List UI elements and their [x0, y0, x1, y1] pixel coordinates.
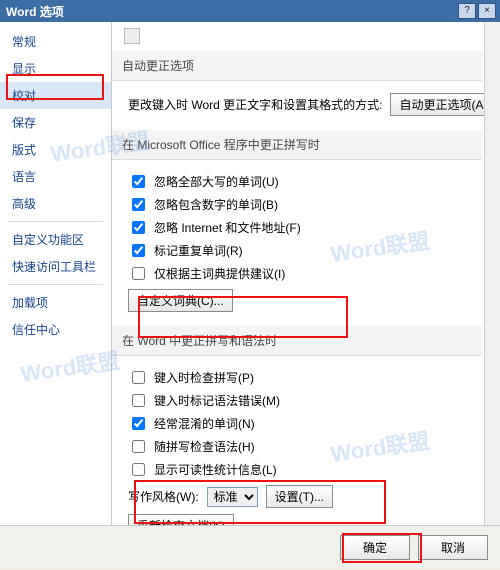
sidebar-item-general[interactable]: 常规 — [0, 28, 111, 55]
check-grammar-as-type[interactable]: 键入时标记语法错误(M) — [128, 391, 470, 410]
sidebar-item-display[interactable]: 显示 — [0, 55, 111, 82]
check-flag-repeated[interactable]: 标记重复单词(R) — [128, 241, 470, 260]
window-title: Word 选项 — [6, 3, 456, 20]
dialog-footer: 确定 取消 — [0, 525, 500, 569]
recheck-document-button[interactable]: 重新检查文档(K) — [128, 514, 234, 525]
check-ignore-internet[interactable]: 忽略 Internet 和文件地址(F) — [128, 218, 470, 237]
check-readability[interactable]: 显示可读性统计信息(L) — [128, 460, 470, 479]
dialog-body: 常规 显示 校对 保存 版式 语言 高级 自定义功能区 快速访问工具栏 加载项 … — [0, 22, 500, 525]
help-button[interactable]: ? — [458, 3, 476, 19]
check-spell-as-type[interactable]: 键入时检查拼写(P) — [128, 368, 470, 387]
sidebar-item-proofing[interactable]: 校对 — [0, 82, 111, 109]
sidebar-item-qat[interactable]: 快速访问工具栏 — [0, 253, 111, 280]
sidebar-item-save[interactable]: 保存 — [0, 109, 111, 136]
sidebar-item-layout[interactable]: 版式 — [0, 136, 111, 163]
sidebar: 常规 显示 校对 保存 版式 语言 高级 自定义功能区 快速访问工具栏 加载项 … — [0, 22, 112, 525]
close-button[interactable]: × — [478, 3, 496, 19]
sidebar-separator — [8, 221, 103, 222]
sidebar-item-addins[interactable]: 加载项 — [0, 289, 111, 316]
word-icon — [124, 28, 140, 44]
autocorrect-description: 更改键入时 Word 更正文字和设置其格式的方式: — [128, 96, 382, 113]
cancel-button[interactable]: 取消 — [418, 535, 488, 560]
check-ignore-uppercase[interactable]: 忽略全部大写的单词(U) — [128, 172, 470, 191]
writing-style-combo[interactable]: 标准 — [207, 487, 258, 507]
check-grammar-with-spell[interactable]: 随拼写检查语法(H) — [128, 437, 470, 456]
section-header-office-spelling: 在 Microsoft Office 程序中更正拼写时 — [112, 130, 482, 160]
window-controls: ? × — [456, 3, 496, 19]
check-main-dict-only[interactable]: 仅根据主词典提供建议(I) — [128, 264, 470, 283]
sidebar-item-trust-center[interactable]: 信任中心 — [0, 316, 111, 343]
vertical-scrollbar[interactable] — [484, 22, 500, 525]
sidebar-separator — [8, 284, 103, 285]
sidebar-item-language[interactable]: 语言 — [0, 163, 111, 190]
check-ignore-numbers[interactable]: 忽略包含数字的单词(B) — [128, 195, 470, 214]
sidebar-item-customize-ribbon[interactable]: 自定义功能区 — [0, 226, 111, 253]
sidebar-item-advanced[interactable]: 高级 — [0, 190, 111, 217]
title-bar: Word 选项 ? × — [0, 0, 500, 22]
section-header-autocorrect: 自动更正选项 — [112, 51, 482, 81]
settings-button[interactable]: 设置(T)... — [266, 485, 333, 508]
main-panel: 自动更正选项 更改键入时 Word 更正文字和设置其格式的方式: 自动更正选项(… — [112, 22, 500, 525]
custom-dictionaries-button[interactable]: 自定义词典(C)... — [128, 289, 233, 312]
writing-style-label: 写作风格(W): — [128, 488, 199, 505]
ok-button[interactable]: 确定 — [340, 535, 410, 560]
section-header-word-spelling: 在 Word 中更正拼写和语法时 — [112, 326, 482, 356]
check-confused-words[interactable]: 经常混淆的单词(N) — [128, 414, 470, 433]
